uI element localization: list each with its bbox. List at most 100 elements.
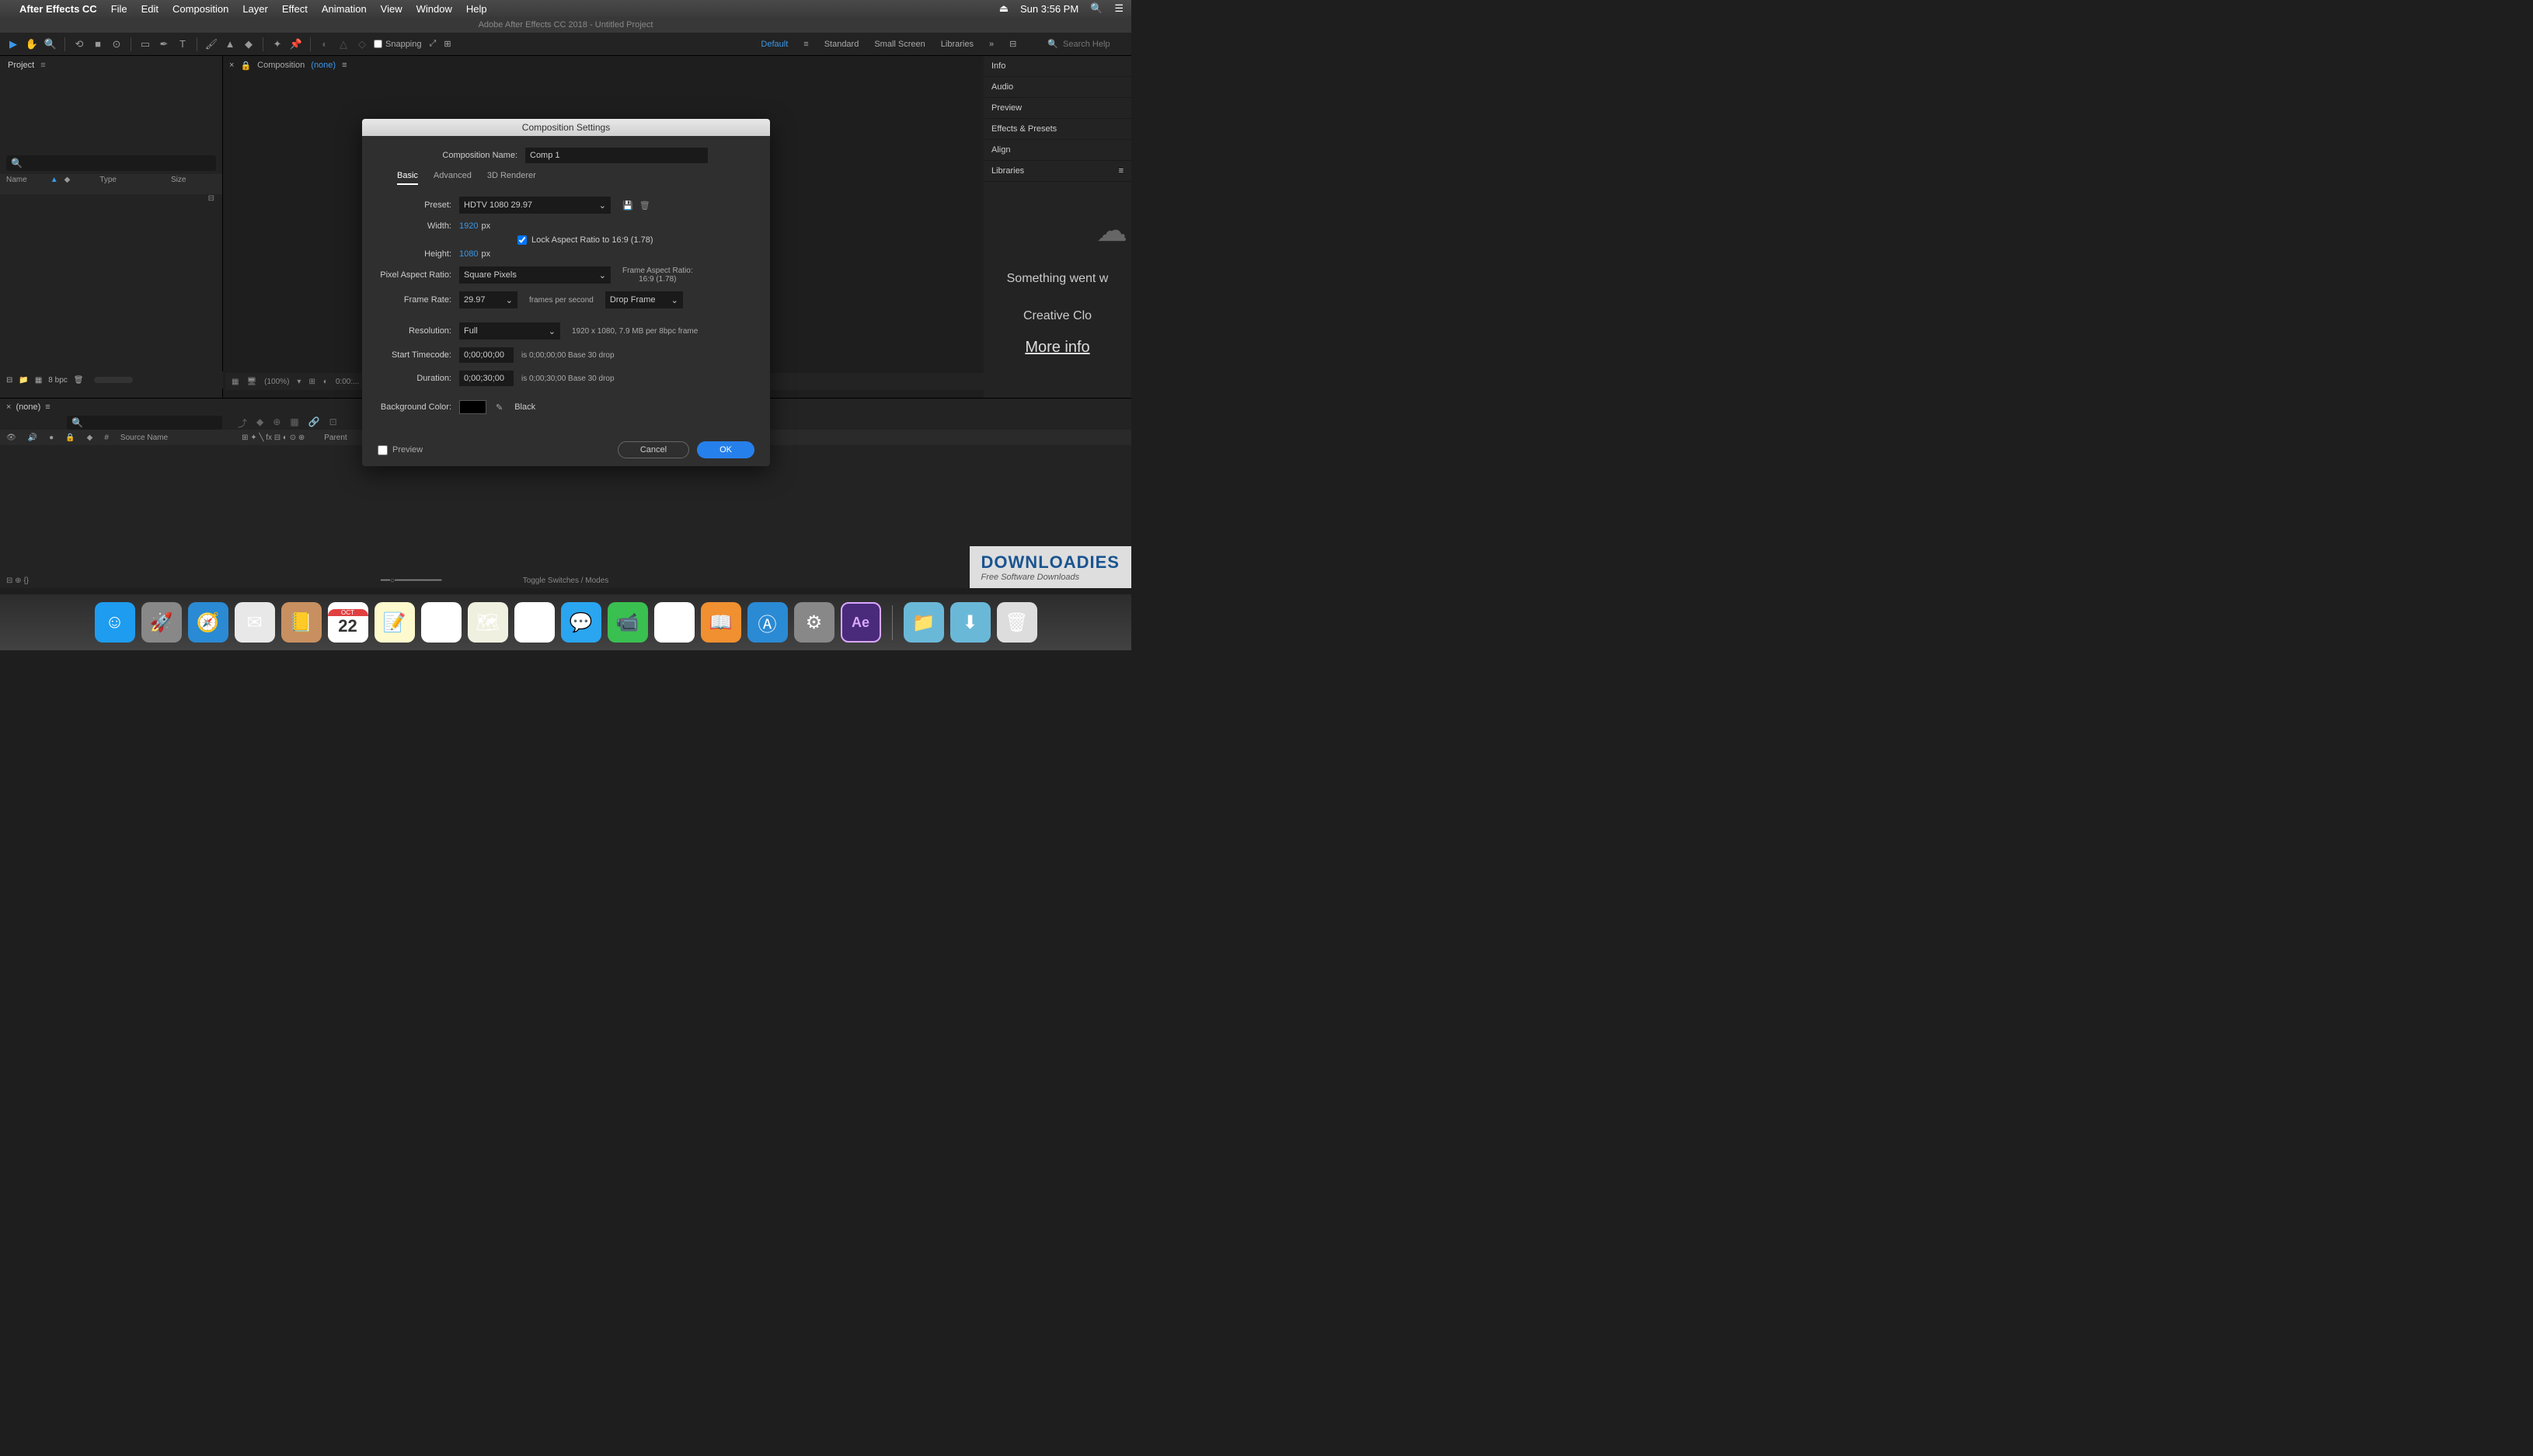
- puppet-tool-icon[interactable]: 📌: [289, 37, 303, 51]
- preview-input[interactable]: [378, 445, 388, 455]
- snap-icon[interactable]: ⊞: [444, 39, 451, 49]
- menu-effect[interactable]: Effect: [282, 3, 308, 15]
- brush-tool-icon[interactable]: 🖌: [204, 37, 218, 51]
- bpc-label[interactable]: 8 bpc: [48, 376, 67, 385]
- snapping-checkbox[interactable]: [374, 40, 382, 48]
- clone-tool-icon[interactable]: ▲: [223, 37, 237, 51]
- zoom-slider[interactable]: ━━○━━━━━━━━━━: [381, 576, 441, 585]
- preset-select[interactable]: HDTV 1080 29.97 ⌄: [459, 197, 611, 214]
- menu-layer[interactable]: Layer: [242, 3, 268, 15]
- menu-composition[interactable]: Composition: [172, 3, 228, 15]
- app-name[interactable]: After Effects CC: [19, 3, 97, 15]
- tab-advanced[interactable]: Advanced: [434, 171, 472, 185]
- workspace-reset-icon[interactable]: ⊟: [1009, 39, 1016, 49]
- par-select[interactable]: Square Pixels ⌄: [459, 266, 611, 284]
- tl-icon[interactable]: ⊕: [273, 416, 280, 430]
- workspace-menu-icon[interactable]: ≡: [803, 40, 808, 49]
- search-help-input[interactable]: [1063, 40, 1125, 49]
- snap-icon[interactable]: ⤢: [430, 39, 437, 49]
- dock-messages-icon[interactable]: 💬: [561, 602, 601, 643]
- dock-contacts-icon[interactable]: 📒: [281, 602, 322, 643]
- ok-button[interactable]: OK: [697, 441, 754, 458]
- dock-ibooks-icon[interactable]: 📖: [701, 602, 741, 643]
- col-size[interactable]: Size: [171, 176, 186, 193]
- col-type[interactable]: Type: [99, 176, 117, 193]
- col-source[interactable]: Source Name: [120, 434, 168, 442]
- rotate-tool-icon[interactable]: ⟲: [72, 37, 86, 51]
- workspace-more-icon[interactable]: »: [989, 40, 994, 49]
- lock-icon[interactable]: 🔒: [65, 434, 75, 442]
- switches-icons[interactable]: ⊞ ✦ ╲ fx ⊟ ◐ ⊙ ⊕: [242, 434, 305, 442]
- close-tab-icon[interactable]: ×: [229, 61, 234, 70]
- project-search[interactable]: 🔍: [6, 155, 216, 171]
- dock-calendar-icon[interactable]: OCT22: [328, 602, 368, 643]
- display-icon[interactable]: 🖥: [246, 378, 256, 386]
- col-num[interactable]: #: [104, 434, 109, 442]
- tl-icon[interactable]: 🔗: [308, 416, 320, 430]
- comp-icon[interactable]: ▦: [35, 376, 42, 385]
- tool-icon[interactable]: ◇: [355, 37, 369, 51]
- channel-icon[interactable]: ◐: [323, 378, 328, 386]
- menu-view[interactable]: View: [381, 3, 402, 15]
- info-panel[interactable]: Info: [984, 56, 1131, 77]
- comp-name-input[interactable]: [525, 148, 708, 163]
- bg-color-swatch[interactable]: [459, 400, 486, 414]
- hand-tool-icon[interactable]: ✋: [25, 37, 39, 51]
- workspace-standard[interactable]: Standard: [824, 40, 859, 49]
- camera-tool-icon[interactable]: ■: [91, 37, 105, 51]
- sort-icon[interactable]: ▲: [51, 176, 58, 193]
- tab-3d-renderer[interactable]: 3D Renderer: [487, 171, 536, 185]
- clock[interactable]: Sun 3:56 PM: [1020, 3, 1078, 15]
- dock-mail-icon[interactable]: ✉: [235, 602, 275, 643]
- dock-finder-icon[interactable]: ☺: [95, 602, 135, 643]
- dock-downloads-icon[interactable]: ⬇: [950, 602, 991, 643]
- save-preset-icon[interactable]: 💾: [622, 200, 633, 211]
- selection-tool-icon[interactable]: ▶: [6, 37, 20, 51]
- panel-menu-icon[interactable]: ≡: [1119, 166, 1124, 176]
- libraries-panel[interactable]: Libraries ≡: [984, 161, 1131, 182]
- height-value[interactable]: 1080: [459, 249, 478, 259]
- tl-icon[interactable]: ▦: [290, 416, 298, 430]
- dock-launchpad-icon[interactable]: 🚀: [141, 602, 182, 643]
- tool-icon[interactable]: ◐: [318, 37, 332, 51]
- search-help[interactable]: 🔍: [1047, 39, 1125, 49]
- eye-icon[interactable]: 👁: [6, 434, 16, 442]
- lock-aspect-input[interactable]: [517, 235, 527, 245]
- delete-preset-icon[interactable]: 🗑: [639, 200, 650, 211]
- audio-panel[interactable]: Audio: [984, 77, 1131, 98]
- cancel-button[interactable]: Cancel: [618, 441, 689, 458]
- spotlight-icon[interactable]: 🔍: [1090, 2, 1103, 15]
- tl-icon[interactable]: ⤴: [238, 416, 247, 430]
- menu-animation[interactable]: Animation: [322, 3, 367, 15]
- dock-apps-folder-icon[interactable]: 📁: [904, 602, 944, 643]
- panel-menu-icon[interactable]: ≡: [40, 61, 45, 70]
- col-parent[interactable]: Parent: [324, 434, 347, 442]
- width-value[interactable]: 1920: [459, 221, 478, 231]
- menu-edit[interactable]: Edit: [141, 3, 159, 15]
- res-icon[interactable]: ⊞: [308, 378, 315, 386]
- tab-basic[interactable]: Basic: [397, 171, 418, 185]
- flowchart-icon[interactable]: ⊟: [208, 194, 214, 207]
- dock-facetime-icon[interactable]: 📹: [608, 602, 648, 643]
- solo-icon[interactable]: ●: [49, 434, 54, 442]
- start-timecode-input[interactable]: [459, 347, 514, 363]
- alpha-icon[interactable]: ▦: [232, 378, 239, 386]
- timeline-search[interactable]: 🔍: [67, 416, 222, 430]
- lock-icon[interactable]: 🔒: [240, 61, 251, 71]
- notification-icon[interactable]: ⏏: [999, 2, 1009, 15]
- dropframe-select[interactable]: Drop Frame ⌄: [605, 291, 683, 308]
- framerate-select[interactable]: 29.97 ⌄: [459, 291, 517, 308]
- resolution-select[interactable]: Full ⌄: [459, 322, 560, 340]
- label-icon[interactable]: ◆: [87, 434, 93, 442]
- dock-reminders-icon[interactable]: ☑: [421, 602, 462, 643]
- audio-icon[interactable]: 🔊: [28, 434, 37, 442]
- dropdown-icon[interactable]: ▾: [297, 378, 301, 386]
- snapping-toggle[interactable]: Snapping ⤢ ⊞: [374, 39, 451, 49]
- project-panel-tab[interactable]: Project ≡: [0, 56, 222, 75]
- duration-input[interactable]: [459, 371, 514, 386]
- lock-aspect-checkbox[interactable]: Lock Aspect Ratio to 16:9 (1.78): [517, 235, 653, 245]
- tl-icon[interactable]: ◆: [256, 416, 263, 430]
- folder-icon[interactable]: 📁: [19, 376, 28, 385]
- close-tab-icon[interactable]: ×: [6, 402, 11, 412]
- switches-icon[interactable]: ⊟ ⊕ {}: [6, 576, 29, 585]
